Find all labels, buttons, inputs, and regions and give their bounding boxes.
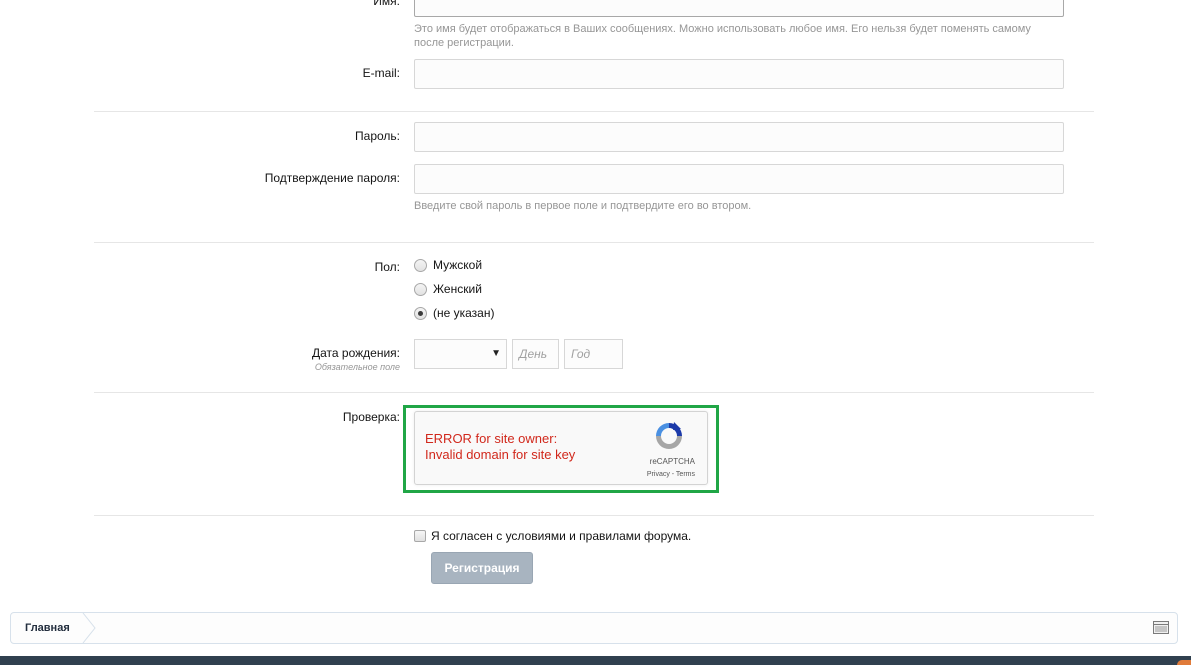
name-label: Имя: xyxy=(373,0,400,8)
sitemap-icon[interactable] xyxy=(1153,621,1169,634)
captcha-error-line2: Invalid domain for site key xyxy=(425,447,576,462)
name-hint: Это имя будет отображаться в Ваших сообщ… xyxy=(414,23,1031,49)
recaptcha-brand: reCAPTCHA xyxy=(649,457,695,466)
gender-option-male[interactable]: Мужской xyxy=(414,258,482,272)
gender-label: Пол: xyxy=(374,260,400,274)
breadcrumb-separator-icon xyxy=(82,613,96,643)
captcha-label: Проверка: xyxy=(342,410,400,424)
register-button[interactable]: Регистрация xyxy=(431,552,533,584)
gender-option-label: Мужской xyxy=(433,258,483,272)
gender-option-unspecified[interactable]: (не указан) xyxy=(414,306,494,320)
name-input[interactable] xyxy=(414,0,1064,17)
captcha-highlight: ERROR for site owner: Invalid domain for… xyxy=(403,405,719,493)
birth-year-input[interactable]: Год xyxy=(564,339,623,369)
recaptcha-logo-icon xyxy=(656,422,682,449)
radio-button[interactable] xyxy=(414,282,427,296)
divider xyxy=(94,242,1094,243)
email-label: E-mail: xyxy=(362,66,400,80)
birthdate-label: Дата рождения: xyxy=(312,346,400,360)
password-input[interactable] xyxy=(414,122,1064,152)
birth-day-input[interactable]: День xyxy=(512,339,559,369)
footer-badge xyxy=(1177,660,1191,665)
agree-terms-row[interactable]: Я согласен с условиями и правилами форум… xyxy=(414,529,691,543)
password-label: Пароль: xyxy=(355,129,400,143)
radio-button[interactable] xyxy=(414,258,427,272)
gender-option-label: (не указан) xyxy=(433,306,495,320)
recaptcha-links[interactable]: Privacy - Terms xyxy=(647,471,695,478)
agree-terms-label: Я согласен с условиями и правилами форум… xyxy=(431,529,692,543)
recaptcha-widget[interactable]: ERROR for site owner: Invalid domain for… xyxy=(414,411,708,485)
birth-month-select[interactable]: ▼ xyxy=(414,339,507,369)
breadcrumb-home[interactable]: Главная xyxy=(11,613,82,643)
radio-button-checked[interactable] xyxy=(414,306,427,320)
page-footer xyxy=(0,656,1191,665)
captcha-error-line1: ERROR for site owner: xyxy=(425,431,558,446)
captcha-error: ERROR for site owner: Invalid domain for… xyxy=(425,431,575,463)
dropdown-arrow-icon: ▼ xyxy=(491,348,501,359)
divider xyxy=(94,515,1094,516)
gender-option-female[interactable]: Женский xyxy=(414,282,482,296)
breadcrumb: Главная xyxy=(10,612,1178,644)
confirm-password-input[interactable] xyxy=(414,164,1064,194)
birthdate-required-note: Обязательное поле xyxy=(314,362,400,372)
divider xyxy=(94,392,1094,393)
confirm-password-label: Подтверждение пароля: xyxy=(264,171,400,185)
email-input[interactable] xyxy=(414,59,1064,89)
password-hint: Введите свой пароль в первое поле и подт… xyxy=(414,200,752,212)
agree-checkbox[interactable] xyxy=(414,530,426,542)
gender-option-label: Женский xyxy=(433,282,482,296)
divider xyxy=(94,111,1094,112)
